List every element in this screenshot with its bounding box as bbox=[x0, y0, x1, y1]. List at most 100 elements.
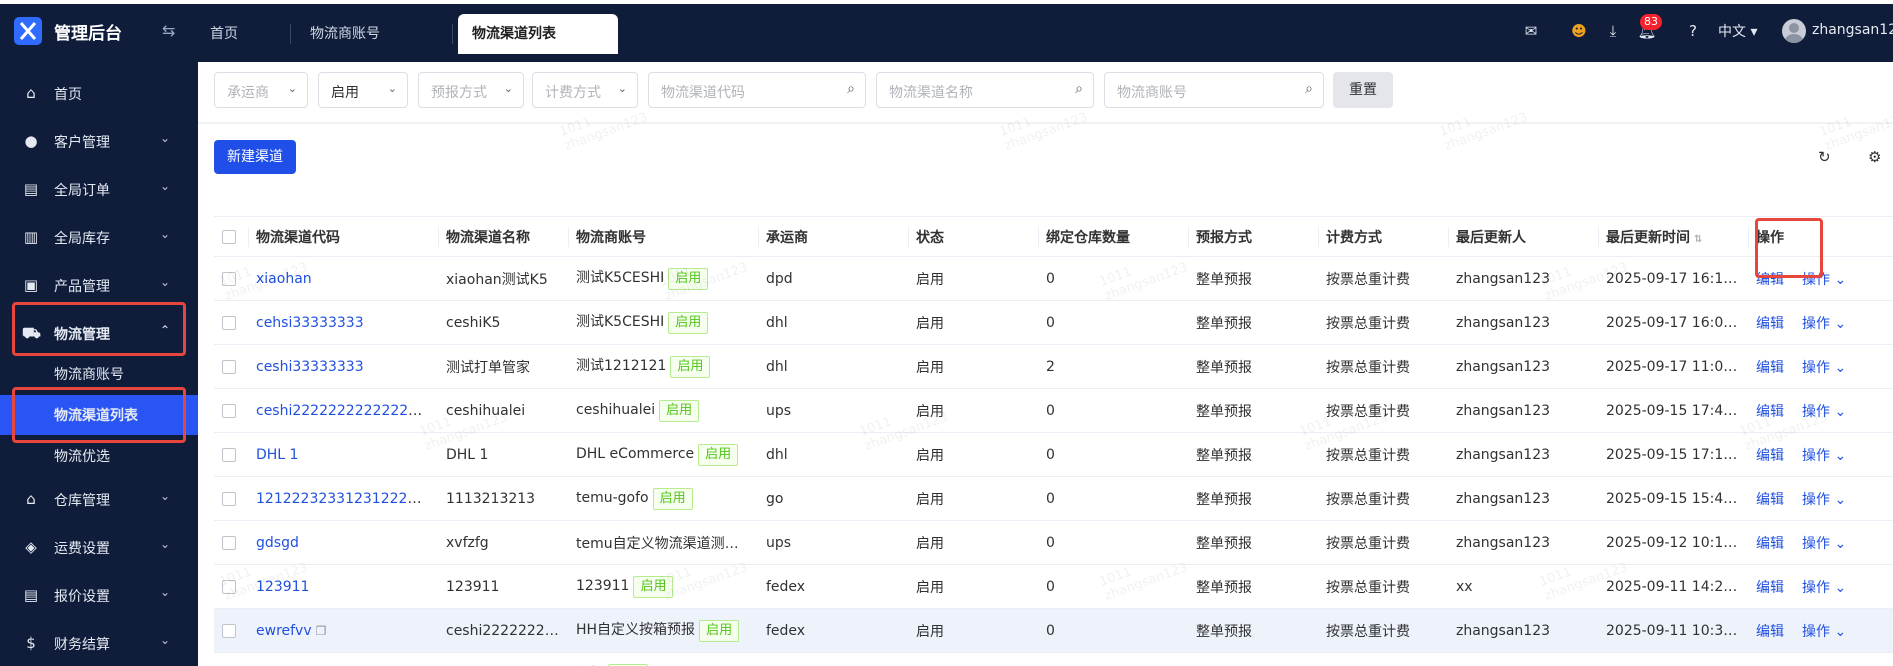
more-actions-dropdown[interactable]: 操作 ⌄ bbox=[1802, 404, 1846, 420]
report-method-select[interactable]: 预报方式 ⌄ bbox=[418, 72, 524, 108]
help-icon[interactable]: ? bbox=[1682, 20, 1704, 42]
table-row[interactable]: 121222323312312222222... 1113213213 temu-g… bbox=[214, 476, 1893, 521]
copy-icon[interactable]: ❐ bbox=[316, 624, 327, 638]
sort-icon[interactable]: ⇅ bbox=[1694, 234, 1702, 245]
row-select-cell bbox=[214, 476, 248, 521]
refresh-icon[interactable]: ↻ bbox=[1818, 148, 1831, 166]
table-row[interactable]: xiaohan xiaohan测试K5 测试K5CESHI 启用 dpd 启用 0 整单预报按… bbox=[214, 256, 1893, 301]
col-header-status: 状态 bbox=[908, 216, 1038, 257]
more-actions-dropdown[interactable]: 操作 ⌄ bbox=[1802, 492, 1846, 508]
status-select[interactable]: 启用 ⌄ bbox=[318, 72, 408, 108]
table-row[interactable]: ceshi2222222222222222 ceshihualei ceshihua… bbox=[214, 388, 1893, 433]
row-checkbox[interactable] bbox=[222, 403, 236, 418]
provider-account-text: DHL eCommerce bbox=[576, 445, 695, 462]
channel-code-link[interactable]: 121222323312312222222... bbox=[256, 491, 438, 507]
table-row[interactable]: gdsgd xvfzfg temu自定义物流渠道测试... ups 启用 0 整单预报 按票总… bbox=[214, 520, 1893, 565]
edit-link[interactable]: 编辑 bbox=[1756, 580, 1784, 596]
sidebar-item-inventory[interactable]: ▥ 全局库存 ⌄ bbox=[0, 214, 198, 260]
row-checkbox[interactable] bbox=[222, 535, 236, 550]
table-row[interactable]: 123911 123911 123911 启用 fedex 启用 0 整单预报 按票总重计费 xx… bbox=[214, 564, 1893, 609]
top-strip bbox=[0, 0, 1893, 4]
tab-home[interactable]: 首页 bbox=[196, 14, 252, 54]
table-row[interactable]: ewrefvv ❐ ceshi2222222222 HH自定义按箱预报 启用 fedex 启… bbox=[214, 608, 1893, 653]
sidebar-item-quotes[interactable]: ▤ 报价设置 ⌄ bbox=[0, 572, 198, 618]
chevron-down-icon: ⌄ bbox=[1834, 315, 1847, 332]
actions-cell: 编辑 操作 ⌄ bbox=[1748, 608, 1893, 653]
edit-link[interactable]: 编辑 bbox=[1756, 360, 1784, 376]
status-cell: 启用 bbox=[908, 388, 1038, 433]
table-row[interactable]: cehsi33333333 ceshiK5 测试K5CESHI 启用 dhl 启用 0 整单预… bbox=[214, 300, 1893, 345]
more-actions-dropdown[interactable]: 操作 ⌄ bbox=[1802, 536, 1846, 552]
updater-cell: zhangsan123 bbox=[1448, 300, 1598, 345]
table-row[interactable]: ceshi33333333 测试打单管家 测试1212121 启用 dhl 启用 2 整单预报… bbox=[214, 344, 1893, 389]
channel-code-link[interactable]: 123911 bbox=[256, 579, 309, 595]
robot-icon[interactable]: ☻ bbox=[1568, 20, 1590, 42]
message-icon[interactable]: ✉ bbox=[1520, 20, 1542, 42]
notification-badge: 83 bbox=[1640, 14, 1662, 30]
channel-code-link[interactable]: cehsi33333333 bbox=[256, 315, 364, 331]
row-checkbox[interactable] bbox=[222, 623, 236, 638]
sidebar-item-orders[interactable]: ▤ 全局订单 ⌄ bbox=[0, 166, 198, 212]
row-checkbox[interactable] bbox=[222, 359, 236, 374]
sidebar-item-warehouse[interactable]: ⌂ 仓库管理 ⌄ bbox=[0, 476, 198, 522]
row-checkbox[interactable] bbox=[222, 315, 236, 330]
sidebar-subitem-preferred[interactable]: 物流优选 bbox=[0, 436, 198, 476]
more-actions-dropdown[interactable]: 操作 ⌄ bbox=[1802, 580, 1846, 596]
sidebar-item-finance[interactable]: $ 财务结算 ⌄ bbox=[0, 620, 198, 666]
highlight-channel-list bbox=[12, 387, 186, 443]
reset-button[interactable]: 重置 bbox=[1333, 72, 1393, 108]
row-checkbox[interactable] bbox=[222, 271, 236, 286]
edit-link[interactable]: 编辑 bbox=[1756, 624, 1784, 640]
channel-code-link[interactable]: xiaohan bbox=[256, 271, 312, 287]
collapse-sidebar-icon[interactable]: ⇆ bbox=[162, 21, 175, 40]
channel-code-link[interactable]: ewrefvv bbox=[256, 623, 312, 639]
edit-link[interactable]: 编辑 bbox=[1756, 492, 1784, 508]
sidebar-item-customers[interactable]: ● 客户管理 ⌄ bbox=[0, 118, 198, 164]
column-settings-icon[interactable]: ⚙ bbox=[1868, 148, 1881, 166]
edit-link[interactable]: 编辑 bbox=[1756, 404, 1784, 420]
new-channel-button[interactable]: 新建渠道 bbox=[214, 140, 296, 174]
chevron-down-icon: ⌄ bbox=[1834, 403, 1847, 420]
tab-channel-list[interactable]: 物流渠道列表 bbox=[458, 14, 618, 54]
channel-code-link[interactable]: ceshi33333333 bbox=[256, 359, 364, 375]
channel-code-input[interactable]: 物流渠道代码 ⌕ bbox=[648, 72, 866, 108]
edit-link[interactable]: 编辑 bbox=[1756, 316, 1784, 332]
sidebar-item-freight[interactable]: ◈ 运费设置 ⌄ bbox=[0, 524, 198, 570]
col-header-time[interactable]: 最后更新时间 ⇅ bbox=[1598, 216, 1748, 257]
row-checkbox[interactable] bbox=[222, 447, 236, 462]
sidebar-item-home[interactable]: ⌂ 首页 bbox=[0, 70, 198, 116]
provider-account-input[interactable]: 物流商账号 ⌕ bbox=[1104, 72, 1324, 108]
channel-code-link[interactable]: gdsgd bbox=[256, 535, 299, 551]
download-icon[interactable]: ⤓ bbox=[1602, 20, 1624, 42]
warehouse-icon: ⌂ bbox=[26, 490, 36, 508]
table-row[interactable]: FEDEX-SELF-EXPRESSFEDEX-SELF-EXP...自提启用f… bbox=[214, 652, 1893, 666]
updater-cell: zhangsan123 bbox=[1448, 608, 1598, 653]
channel-name-input[interactable]: 物流渠道名称 ⌕ bbox=[876, 72, 1094, 108]
table-row[interactable]: DHL 1 DHL 1 DHL eCommerce 启用 dhl 启用 0 整单预报 按票总重计… bbox=[214, 432, 1893, 477]
tab-provider-account[interactable]: 物流商账号 bbox=[296, 14, 394, 54]
avatar[interactable] bbox=[1782, 19, 1806, 43]
row-select-cell bbox=[214, 520, 248, 565]
channel-code-link[interactable]: ceshi2222222222222222 bbox=[256, 403, 435, 419]
billing-method-select[interactable]: 计费方式 ⌄ bbox=[532, 72, 638, 108]
bound-warehouse-cell: 1 bbox=[1038, 652, 1188, 666]
more-actions-label: 操作 bbox=[1802, 491, 1830, 508]
carrier-cell: dhl bbox=[758, 344, 908, 389]
more-actions-dropdown[interactable]: 操作 ⌄ bbox=[1802, 360, 1846, 376]
billing-method-cell: 按票总重计费 bbox=[1318, 432, 1448, 477]
app-logo[interactable] bbox=[14, 17, 42, 45]
edit-link[interactable]: 编辑 bbox=[1756, 536, 1784, 552]
carrier-select[interactable]: 承运商 ⌄ bbox=[214, 72, 308, 108]
row-checkbox[interactable] bbox=[222, 491, 236, 506]
updater-cell: zhangsan123 bbox=[1448, 344, 1598, 389]
more-actions-dropdown[interactable]: 操作 ⌄ bbox=[1802, 624, 1846, 640]
row-checkbox[interactable] bbox=[222, 579, 236, 594]
select-all-checkbox[interactable] bbox=[222, 229, 236, 244]
language-select[interactable]: 中文 ▾ bbox=[1718, 21, 1757, 41]
username[interactable]: zhangsan123 bbox=[1812, 22, 1893, 38]
edit-link[interactable]: 编辑 bbox=[1756, 448, 1784, 464]
more-actions-dropdown[interactable]: 操作 ⌄ bbox=[1802, 316, 1846, 332]
more-actions-dropdown[interactable]: 操作 ⌄ bbox=[1802, 448, 1846, 464]
billing-method-cell: 按票总重计费 bbox=[1318, 300, 1448, 345]
channel-code-link[interactable]: DHL 1 bbox=[256, 447, 298, 463]
